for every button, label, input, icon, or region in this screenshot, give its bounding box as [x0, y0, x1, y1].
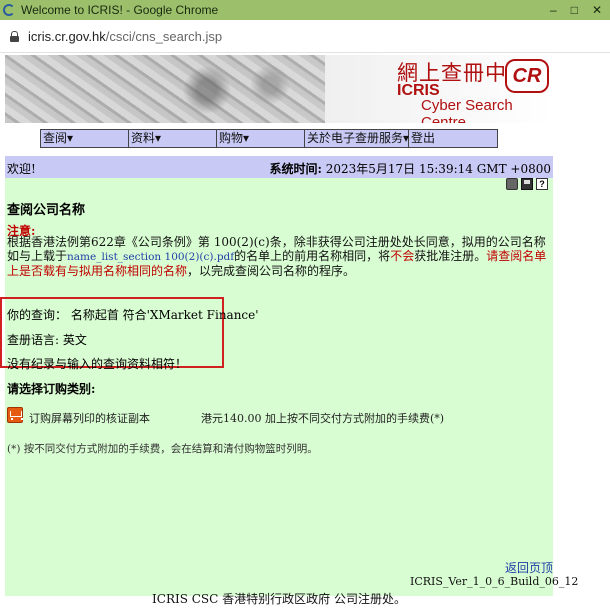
product-price: 港元140.00 加上按不同交付方式附加的手续费(*)	[201, 412, 445, 425]
notice-red-1: 不会	[390, 249, 415, 263]
menu-info[interactable]: 资料▾	[129, 130, 217, 147]
url-path: /csci/cns_search.jsp	[105, 28, 223, 44]
banner-photo-overlay	[135, 65, 315, 115]
name-list-pdf-link[interactable]: name_list_section 100(2)(c).pdf	[67, 251, 234, 263]
maximize-button[interactable]: □	[571, 3, 578, 17]
save-icon[interactable]	[521, 178, 533, 190]
notice-text-2: 的名单上的前用名称相同，将	[234, 249, 391, 263]
version-text: ICRIS_Ver_1_0_6_Build_06_12	[410, 575, 579, 588]
help-icon[interactable]: ?	[536, 178, 548, 190]
lock-icon[interactable]	[10, 30, 19, 42]
menu-logout[interactable]: 登出	[409, 130, 495, 147]
window-controls: – □ ✕	[550, 3, 610, 17]
notice-text-3: 获批准注册。	[414, 249, 487, 263]
main-content: 欢迎! 系统时间: 2023年5月17日 15:39:14 GMT +0800 …	[0, 156, 578, 596]
menu-search[interactable]: 查阅▾	[41, 130, 129, 147]
your-query: 你的查询： 名称起首 符合'XMarket Finance'	[7, 308, 259, 322]
system-time-label: 系统时间:	[269, 162, 322, 176]
shopping-cart-icon[interactable]	[7, 407, 23, 423]
back-to-top-link[interactable]: 返回页顶	[505, 559, 553, 576]
welcome-text: 欢迎!	[7, 162, 36, 176]
printer-icon[interactable]	[506, 178, 518, 190]
no-record-message: 没有纪录与输入的查询资料相符！	[7, 357, 188, 371]
page-toolbar: ?	[506, 178, 548, 190]
fee-footnote: (*) 按不同交付方式附加的手续费，会在结算和清付购物篮时列明。	[7, 443, 318, 455]
purchase-type-title: 请选择订购类别:	[7, 382, 96, 396]
icris-banner: 網上查冊中心 ICRIS Cyber Search Centre CR	[5, 55, 553, 123]
main-menu: 查阅▾ 资料▾ 购物▾ 关於电子查册服务▾ 登出	[40, 129, 498, 148]
browser-title-bar: Welcome to ICRIS! - Google Chrome – □ ✕	[0, 0, 610, 20]
window-title: Welcome to ICRIS! - Google Chrome	[21, 3, 219, 17]
certified-copy-product[interactable]: 订购屏幕列印的核证副本	[29, 410, 150, 426]
loading-spinner-icon	[3, 4, 15, 16]
system-time-value: 2023年5月17日 15:39:14 GMT +0800	[325, 162, 551, 176]
system-time: 系统时间: 2023年5月17日 15:39:14 GMT +0800	[269, 160, 551, 177]
address-bar[interactable]: icris.cr.gov.hk/csci/cns_search.jsp	[0, 20, 610, 53]
banner-cyber-search-centre: Cyber Search Centre	[421, 97, 513, 123]
page-footer: ICRIS CSC 香港特别行政区政府 公司注册处。	[152, 592, 406, 606]
minimize-button[interactable]: –	[550, 3, 557, 17]
menu-shopping[interactable]: 购物▾	[217, 130, 305, 147]
welcome-header: 欢迎! 系统时间: 2023年5月17日 15:39:14 GMT +0800	[5, 156, 553, 178]
cr-logo: CR	[505, 59, 549, 93]
close-button[interactable]: ✕	[592, 3, 602, 17]
url-domain: icris.cr.gov.hk	[28, 28, 106, 44]
search-language: 查册语言: 英文	[7, 333, 87, 347]
menu-about-eservice[interactable]: 关於电子查册服务▾	[305, 130, 409, 147]
notice-text-4: ，以完成查阅公司名称的程序。	[187, 264, 356, 278]
notice-paragraph: 根据香港法例第622章《公司条例》第 100(2)(c)条，除非获得公司注册处处…	[7, 235, 552, 278]
page-title: 查阅公司名称	[7, 203, 86, 218]
